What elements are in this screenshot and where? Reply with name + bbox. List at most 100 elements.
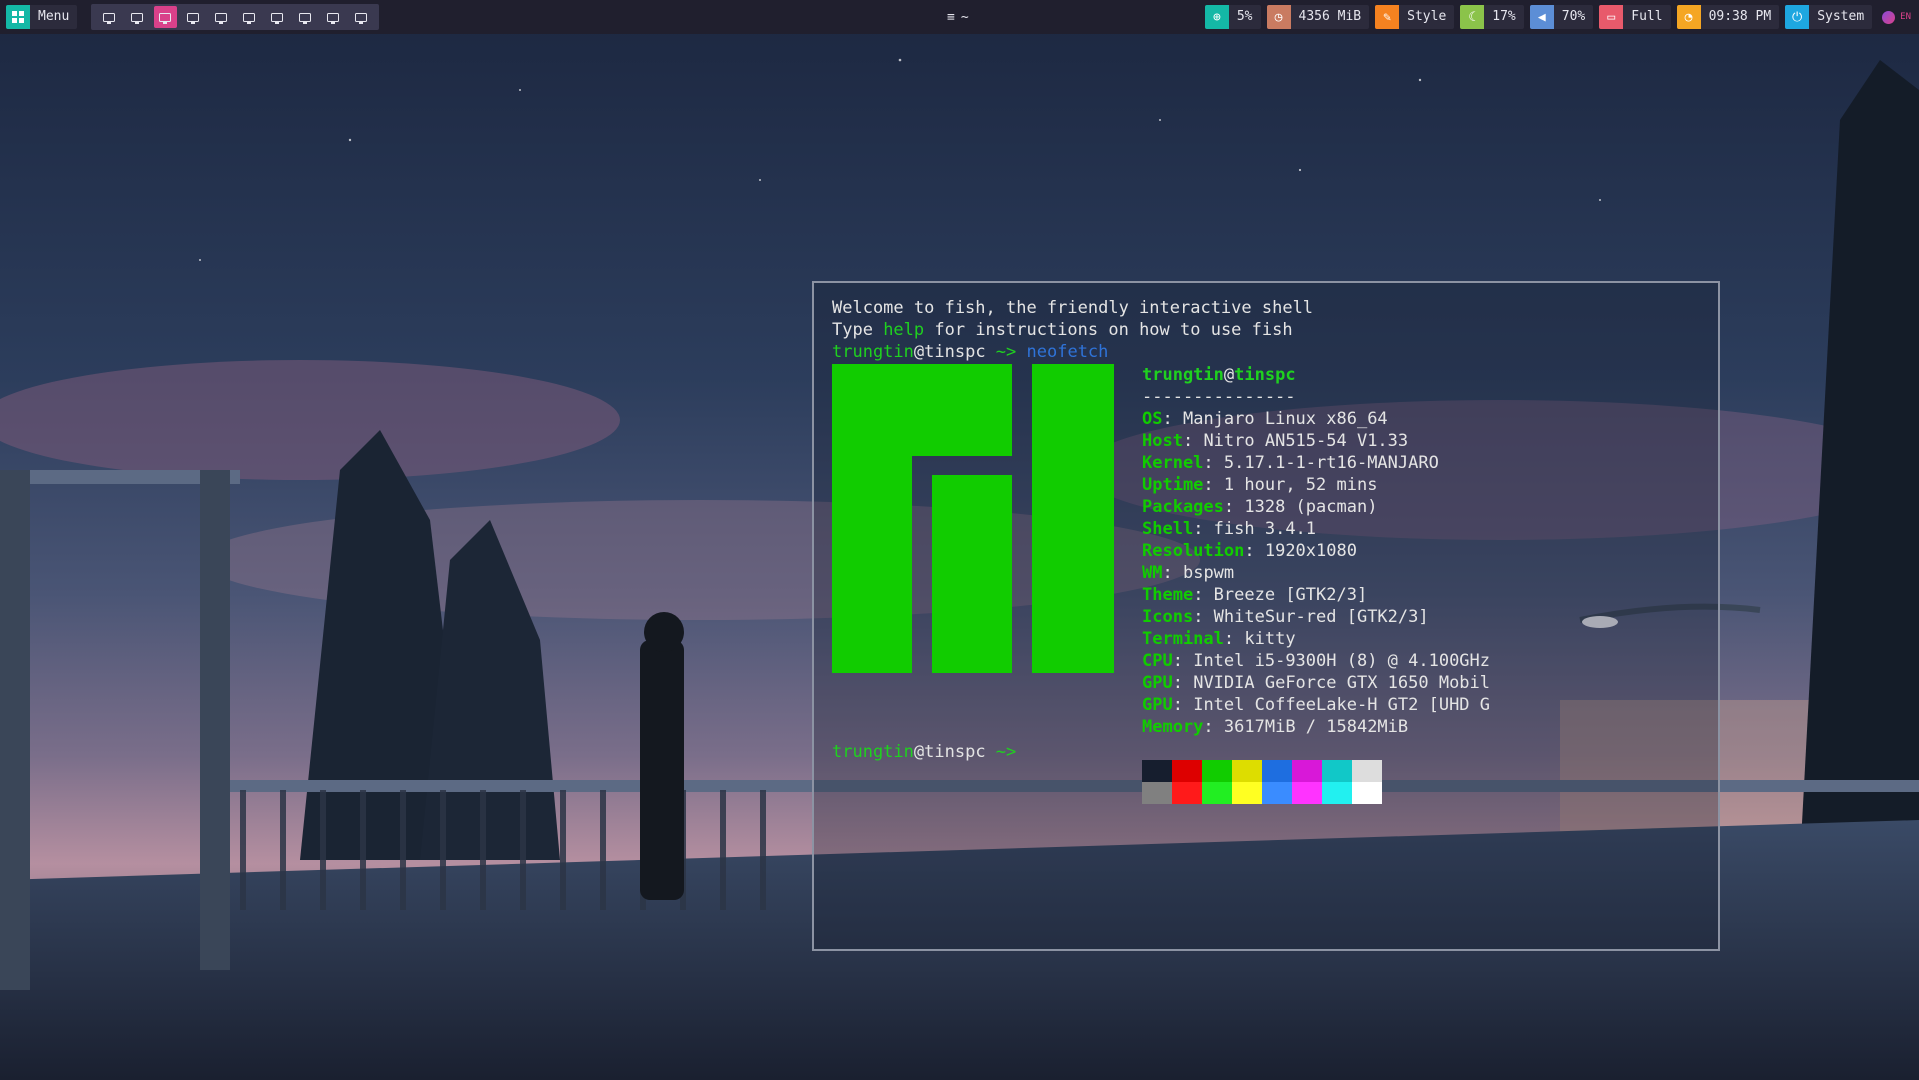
workspace-2[interactable] — [126, 6, 149, 28]
moon-icon: ☾ — [1460, 5, 1485, 29]
network-module[interactable]: ⊕ 5% — [1204, 5, 1261, 29]
system-module[interactable]: ⏻ System — [1785, 5, 1873, 29]
window-title-text: ~ — [960, 9, 969, 25]
neofetch-field: CPU: Intel i5-9300H (8) @ 4.100GHz — [1142, 650, 1490, 672]
field-value: 3617MiB / 15842MiB — [1223, 717, 1409, 737]
command-prompt-line: trungtin@tinspc ~> neofetch — [832, 341, 1108, 363]
palette-swatch — [1262, 760, 1292, 782]
neofetch-field: Memory: 3617MiB / 15842MiB — [1142, 716, 1490, 738]
memory-module[interactable]: ◷ 4356 MiB — [1266, 5, 1370, 29]
help-prefix: Type — [832, 320, 884, 340]
help-line: Type help for instructions on how to use… — [832, 319, 1293, 341]
network-value: 5% — [1236, 9, 1253, 24]
battery-value: Full — [1631, 9, 1663, 24]
color-palette — [1142, 760, 1382, 804]
welcome-text: Welcome to fish, the friendly interactiv… — [832, 298, 1314, 318]
brightness-module[interactable]: ☾ 17% — [1460, 5, 1524, 29]
style-module[interactable]: ✎ Style — [1375, 5, 1455, 29]
focused-window-title: ≡ ~ — [947, 0, 969, 34]
field-colon: : — [1182, 431, 1204, 451]
palette-swatch — [1352, 782, 1382, 804]
field-value: 5.17.1-1-rt16-MANJARO — [1223, 453, 1439, 473]
prompt-at: @ — [913, 342, 925, 362]
palette-swatch — [1232, 782, 1262, 804]
language-indicator[interactable]: EN — [1882, 10, 1911, 24]
field-key: Uptime — [1142, 475, 1204, 495]
palette-swatch — [1292, 760, 1322, 782]
field-key: CPU — [1142, 651, 1173, 671]
field-value: 1328 (pacman) — [1244, 497, 1378, 517]
neofetch-field: Packages: 1328 (pacman) — [1142, 496, 1490, 518]
monitor-icon — [299, 12, 312, 24]
brush-icon: ✎ — [1375, 5, 1400, 29]
neofetch-field: GPU: Intel CoffeeLake-H GT2 [UHD G — [1142, 694, 1490, 716]
menu-button[interactable]: Menu — [6, 5, 78, 29]
neofetch-at: @ — [1223, 365, 1235, 385]
workspace-1[interactable] — [98, 6, 121, 28]
field-value: Breeze [GTK2/3] — [1213, 585, 1368, 605]
workspace-4[interactable] — [182, 6, 205, 28]
palette-swatch — [1262, 782, 1292, 804]
workspace-7[interactable] — [266, 6, 289, 28]
workspace-6[interactable] — [238, 6, 261, 28]
battery-module[interactable]: ▭ Full — [1599, 5, 1671, 29]
field-colon: : — [1223, 497, 1245, 517]
menu-label: Menu — [38, 9, 70, 24]
kitty-terminal-window[interactable]: Welcome to fish, the friendly interactiv… — [812, 281, 1720, 951]
workspace-8[interactable] — [294, 6, 317, 28]
top-panel: Menu ≡ ~ ⊕ 5% ◷ 4356 MiB ✎ Style ☾ 17% ◀… — [0, 0, 1919, 34]
field-key: GPU — [1142, 673, 1173, 693]
monitor-icon — [271, 12, 284, 24]
battery-icon: ▭ — [1599, 5, 1624, 29]
entered-command: neofetch — [1026, 342, 1109, 362]
system-value: System — [1817, 9, 1865, 24]
monitor-icon — [103, 12, 116, 24]
prompt-user: trungtin — [832, 342, 914, 362]
field-value: fish 3.4.1 — [1213, 519, 1317, 539]
brightness-value: 17% — [1492, 9, 1516, 24]
workspace-5[interactable] — [210, 6, 233, 28]
volume-module[interactable]: ◀ 70% — [1529, 5, 1594, 29]
palette-swatch — [1322, 782, 1352, 804]
palette-swatch — [1322, 760, 1352, 782]
field-key: Shell — [1142, 519, 1194, 539]
grid-icon — [6, 5, 30, 29]
field-key: Terminal — [1142, 629, 1224, 649]
workspace-switcher — [91, 4, 380, 30]
workspace-3[interactable] — [153, 6, 177, 28]
palette-swatch — [1202, 760, 1232, 782]
final-prompt-at: @ — [913, 742, 925, 762]
manjaro-logo — [832, 364, 1114, 673]
monitor-icon — [243, 12, 256, 24]
globe-icon: ⊕ — [1204, 5, 1229, 29]
workspace-10[interactable] — [350, 6, 373, 28]
workspace-9[interactable] — [322, 6, 345, 28]
neofetch-separator: --------------- — [1142, 387, 1296, 407]
neofetch-field: Terminal: kitty — [1142, 628, 1490, 650]
neofetch-field: Shell: fish 3.4.1 — [1142, 518, 1490, 540]
field-key: Resolution — [1142, 541, 1245, 561]
final-prompt-line: trungtin@tinspc ~> — [832, 741, 1016, 763]
style-value: Style — [1407, 9, 1447, 24]
neofetch-field: Icons: WhiteSur-red [GTK2/3] — [1142, 606, 1490, 628]
palette-row-bright — [1142, 782, 1382, 804]
neofetch-field: Kernel: 5.17.1-1-rt16-MANJARO — [1142, 452, 1490, 474]
language-value: EN — [1900, 12, 1911, 22]
clock-module[interactable]: ◔ 09:38 PM — [1676, 5, 1780, 29]
final-prompt-dir: ~> — [985, 742, 1017, 762]
field-colon: : — [1203, 453, 1224, 473]
prompt-dir: ~> — [985, 342, 1027, 362]
field-colon: : — [1203, 717, 1224, 737]
neofetch-field: WM: bspwm — [1142, 562, 1490, 584]
field-key: Packages — [1142, 497, 1224, 517]
help-suffix: for instructions on how to use fish — [924, 320, 1293, 340]
logo-left-stem — [832, 456, 912, 673]
field-value: Manjaro Linux x86_64 — [1182, 409, 1388, 429]
field-value: kitty — [1244, 629, 1296, 649]
field-key: Kernel — [1142, 453, 1204, 473]
field-colon: : — [1244, 541, 1265, 561]
field-colon: : — [1193, 585, 1214, 605]
field-colon: : — [1223, 629, 1245, 649]
field-colon: : — [1193, 519, 1214, 539]
neofetch-info: trungtin@tinspc --------------- OS: Manj… — [1142, 364, 1490, 738]
